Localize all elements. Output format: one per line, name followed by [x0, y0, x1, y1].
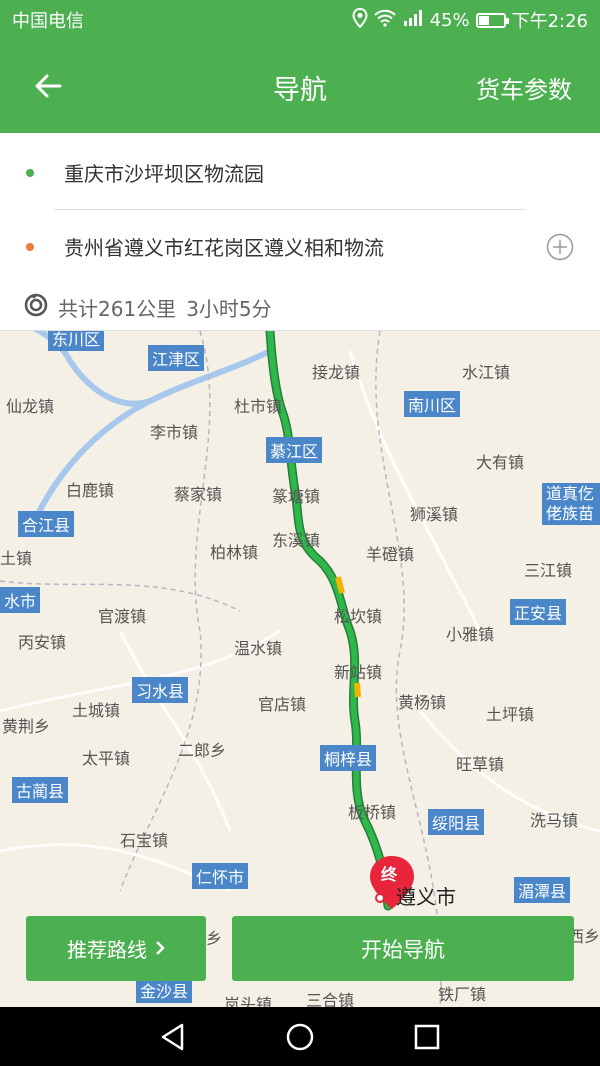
map-label: 接龙镇 [312, 363, 361, 382]
map-canvas [0, 331, 600, 1007]
destination-row[interactable]: 贵州省遵义市红花岗区遵义相和物流 [0, 209, 600, 284]
status-bar: 中国电信 45% 下午2:26 [0, 0, 600, 40]
route-panel: 重庆市沙坪坝区物流园 贵州省遵义市红花岗区遵义相和物流 共计261公里 3小时5… [0, 133, 600, 331]
nav-back-icon[interactable] [153, 1017, 193, 1057]
nav-recents-icon[interactable] [407, 1017, 447, 1057]
truck-params-button[interactable]: 货车参数 [476, 70, 572, 105]
route-slow-segment [354, 682, 361, 698]
county-tag: 正安县 [510, 599, 567, 625]
battery-icon [475, 12, 509, 28]
route-distance: 共计261公里 [58, 297, 177, 321]
map-label: 李市镇 [150, 423, 199, 442]
location-icon [352, 7, 368, 33]
map-label: 板桥镇 [348, 803, 397, 822]
chevron-right-icon [155, 937, 165, 961]
county-tag: 江津区 [148, 345, 205, 371]
map-label: 东溪镇 [272, 531, 321, 550]
destination-city-label: 遵义市 [396, 885, 456, 909]
recommend-route-button[interactable]: 推荐路线 [26, 916, 206, 981]
carrier-name: 中国电信 [12, 11, 84, 32]
county-tag: 湄潭县 [514, 877, 571, 903]
map-label: 三合镇 [306, 991, 355, 1007]
map-label: 白鹿镇 [66, 481, 115, 500]
county-tag: 古蔺县 [12, 777, 69, 803]
map-label: 松坎镇 [334, 607, 383, 626]
origin-text: 重庆市沙坪坝区物流园 [64, 162, 264, 186]
map-label: 仙龙镇 [6, 397, 55, 416]
route-duration: 3小时5分 [186, 297, 272, 321]
county-tag: 东川区 [48, 331, 105, 351]
map-label: 旺草镇 [456, 755, 505, 774]
route-slow-segment [335, 576, 345, 594]
county-tag: 仁怀市 [192, 863, 249, 889]
map-label: 三江镇 [524, 561, 573, 580]
map-label: 土坪镇 [486, 705, 535, 724]
wifi-icon [373, 9, 396, 32]
map-label: 土城镇 [72, 701, 121, 720]
map-label: 太平镇 [82, 749, 131, 768]
map-label: 洗马镇 [530, 811, 579, 830]
county-tag: 习水县 [132, 677, 189, 703]
county-tag: 道真仡佬族苗族自治县 [542, 483, 600, 525]
map-label: 岚头镇 [224, 995, 273, 1007]
county-tag: 綦江区 [266, 437, 323, 463]
county-tag: 绥阳县 [428, 809, 485, 835]
map-label: 官渡镇 [98, 607, 147, 626]
route-time-icon [24, 293, 48, 322]
map-label: 新站镇 [334, 663, 383, 682]
origin-row[interactable]: 重庆市沙坪坝区物流园 [0, 135, 600, 210]
county-tag: 桐梓县 [320, 745, 377, 771]
system-nav-bar [0, 1007, 600, 1066]
destination-dot-icon [26, 242, 34, 251]
signal-icon [402, 9, 424, 32]
map-label: 小雅镇 [446, 625, 495, 644]
origin-dot-icon [26, 168, 34, 177]
map-label: 官店镇 [258, 695, 307, 714]
map-label: 柏林镇 [210, 543, 259, 562]
map-label: 铁厂镇 [438, 985, 487, 1004]
map-label: 二郎乡 [178, 741, 227, 760]
destination-text: 贵州省遵义市红花岗区遵义相和物流 [64, 236, 384, 260]
county-tag: 合江县 [18, 511, 75, 537]
map-view[interactable]: 终 仙龙镇 李市镇 白鹿镇 蔡家镇 柏林镇 官渡镇 丙安镇 温水镇 官店镇 土城… [0, 331, 600, 1007]
map-label: 杜市镇 [234, 397, 283, 416]
clock: 下午2:26 [511, 11, 588, 32]
map-label: 蔡家镇 [174, 485, 223, 504]
county-tag: 水市 [0, 587, 41, 613]
map-label: 丙安镇 [18, 633, 67, 652]
nav-home-icon[interactable] [280, 1017, 320, 1057]
map-label: 水江镇 [462, 363, 511, 382]
map-label: 黄荆乡 [2, 717, 51, 736]
map-label: 羊磴镇 [366, 545, 415, 564]
map-label: 土镇 [0, 549, 33, 568]
county-tag: 南川区 [404, 391, 461, 417]
map-label: 石宝镇 [120, 831, 169, 850]
map-label: 黄杨镇 [398, 693, 447, 712]
start-navigation-button[interactable]: 开始导航 [232, 916, 574, 981]
map-label: 狮溪镇 [410, 505, 459, 524]
map-label: 乡 [206, 929, 223, 948]
app-header: 导航 货车参数 [0, 40, 600, 133]
battery-percent: 45% [429, 9, 470, 31]
map-label: 大有镇 [476, 453, 525, 472]
route-summary: 共计261公里 3小时5分 [24, 293, 272, 322]
map-label: 篆塘镇 [272, 487, 321, 506]
add-waypoint-icon[interactable] [546, 233, 574, 261]
map-label: 温水镇 [234, 639, 283, 658]
destination-marker-text: 终 [381, 865, 398, 884]
recommend-route-label: 推荐路线 [67, 938, 147, 962]
